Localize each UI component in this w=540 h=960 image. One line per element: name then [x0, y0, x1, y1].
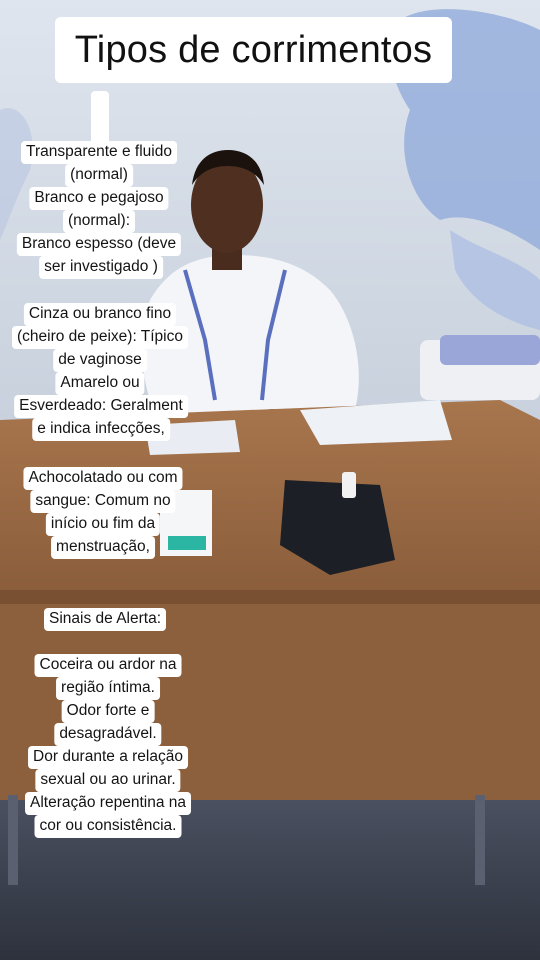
bottle [342, 472, 356, 498]
caption-line: Amarelo ou [55, 372, 145, 395]
caption-line: sangue: Comum no [30, 490, 176, 513]
caption-line: início ou fim da [45, 513, 161, 536]
caption-line: Transparente e fluido [21, 141, 177, 164]
caption-connector [91, 91, 109, 141]
caption-line: ser investigado ) [39, 256, 163, 279]
caption-line: e indica infecções, [32, 418, 170, 441]
title-card: Tipos de corrimentos [55, 17, 452, 83]
desk-leg [475, 795, 485, 885]
caption-line: Alteração repentina na [25, 792, 191, 815]
caption-line: (normal): [62, 210, 136, 233]
caption-line: (cheiro de peixe): Típico [12, 326, 188, 349]
caption-line: região íntima. [56, 677, 160, 700]
caption-line: Achocolatado ou com [23, 467, 183, 490]
printer-top [440, 335, 540, 365]
caption-line: Odor forte e [61, 700, 155, 723]
caption-line: de vaginose [53, 349, 147, 372]
photo-scene: Tipos de corrimentos Transparente e flui… [0, 0, 540, 960]
desk-edge [0, 590, 540, 604]
caption-line: sexual ou ao urinar. [35, 769, 181, 792]
desk-leg [8, 795, 18, 885]
caption-line: Coceira ou ardor na [34, 654, 182, 677]
caption-line: Dor durante a relação [28, 746, 188, 769]
caption-line: (normal) [65, 164, 133, 187]
caption-line: cor ou consistência. [34, 815, 182, 838]
page-title: Tipos de corrimentos [74, 28, 433, 71]
paper-box-label [168, 536, 206, 550]
caption-line: Cinza ou branco fino [23, 303, 177, 326]
caption-line: Branco espesso (deve [16, 233, 182, 256]
caption-line: menstruação, [51, 536, 155, 559]
caption-line: Branco e pegajoso [29, 187, 169, 210]
caption-line: desagradável. [54, 723, 162, 746]
alert-heading: Sinais de Alerta: [43, 608, 167, 631]
caption-line: Esverdeado: Geralment [14, 395, 188, 418]
